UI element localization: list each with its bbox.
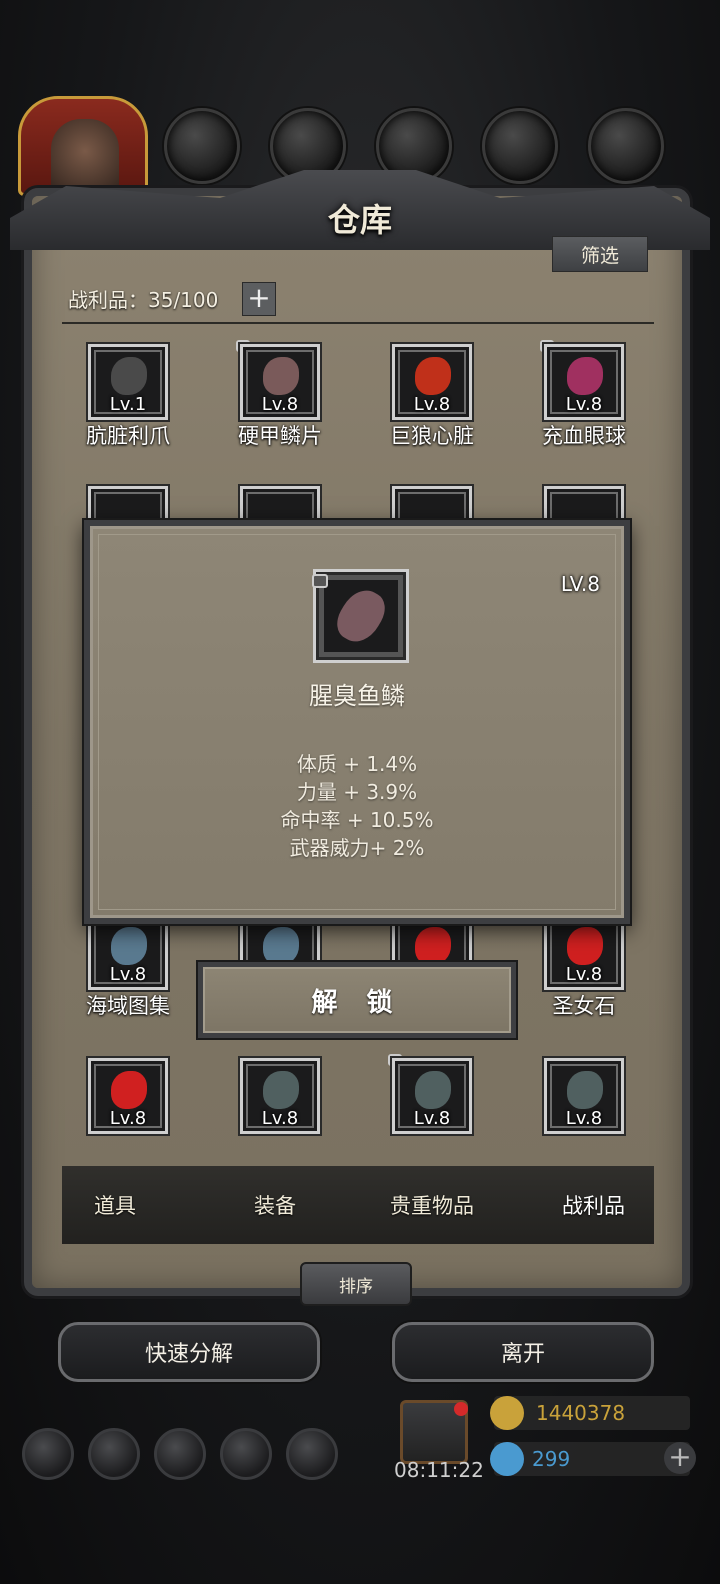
gem-icon bbox=[490, 1442, 524, 1476]
grid-item[interactable]: Lv.8 bbox=[50, 1056, 200, 1168]
stat-line: 体质 + 1.4% bbox=[296, 752, 418, 776]
heart-icon bbox=[415, 357, 451, 395]
grid-item[interactable]: Lv.8 硬甲鳞片 bbox=[202, 340, 352, 454]
item-level: Lv.8 bbox=[413, 1108, 451, 1129]
tab-items[interactable]: 道具 bbox=[94, 1190, 136, 1220]
sort-button[interactable]: 排序 bbox=[300, 1262, 412, 1306]
item-name: 巨狼心脏 bbox=[390, 424, 474, 448]
fish-scale-icon bbox=[330, 582, 392, 650]
obsidian-icon bbox=[567, 1071, 603, 1109]
item-name: 肮脏利爪 bbox=[86, 424, 170, 448]
divider bbox=[62, 322, 654, 324]
red-stone-icon bbox=[415, 927, 451, 965]
item-name: 海域图集 bbox=[86, 994, 170, 1018]
page-title: 仓库 bbox=[327, 201, 392, 239]
atlas-icon bbox=[263, 927, 299, 965]
item-slot[interactable]: Lv.8 bbox=[86, 1056, 170, 1136]
add-currency-button[interactable]: + bbox=[664, 1442, 696, 1474]
filter-button[interactable]: 筛选 bbox=[552, 236, 648, 272]
item-detail-popup: LV.8 腥臭鱼鳞 体质 + 1.4% 力量 + 3.9% 命中率 + 10.5… bbox=[84, 520, 630, 924]
grid-item[interactable]: Lv.1 肮脏利爪 bbox=[50, 342, 200, 454]
item-slot[interactable]: Lv.8 bbox=[390, 1056, 474, 1136]
popup-item-slot bbox=[313, 569, 409, 663]
stat-line: 武器威力+ 2% bbox=[289, 836, 425, 860]
expand-capacity-button[interactable]: + bbox=[242, 282, 276, 316]
item-slot[interactable]: Lv.8 bbox=[238, 342, 322, 422]
popup-item-name: 腥臭鱼鳞 bbox=[309, 682, 405, 710]
grid-item[interactable]: Lv.8 海域图集 bbox=[50, 912, 200, 1024]
item-level: Lv.8 bbox=[565, 394, 603, 415]
tab-equipment[interactable]: 装备 bbox=[254, 1190, 296, 1220]
mail-icon[interactable] bbox=[220, 1428, 272, 1480]
grid-item[interactable]: Lv.8 巨狼心脏 bbox=[354, 342, 504, 454]
category-icon-1[interactable] bbox=[164, 108, 240, 184]
loot-count: 战利品：35/100 bbox=[68, 288, 219, 312]
gem-amount: 299 bbox=[532, 1447, 571, 1471]
tab-loot[interactable]: 战利品 bbox=[562, 1190, 625, 1220]
grid-item[interactable]: Lv.8 bbox=[354, 1054, 504, 1168]
notification-dot bbox=[454, 1402, 468, 1416]
popup-level: LV.8 bbox=[560, 572, 600, 596]
scale-icon bbox=[263, 357, 299, 395]
stat-line: 力量 + 3.9% bbox=[296, 780, 418, 804]
grid-item[interactable]: Lv.8 圣女石 bbox=[506, 912, 656, 1024]
shop-icon[interactable] bbox=[154, 1428, 206, 1480]
settings-icon[interactable] bbox=[22, 1428, 74, 1480]
item-slot[interactable]: Lv.8 bbox=[390, 342, 474, 422]
gold-amount: 1440378 bbox=[536, 1401, 626, 1425]
star-icon[interactable] bbox=[88, 1428, 140, 1480]
red-stone-icon bbox=[111, 1071, 147, 1109]
item-level: Lv.8 bbox=[109, 964, 147, 985]
player-portrait[interactable] bbox=[18, 96, 148, 196]
gold-coin-icon bbox=[490, 1396, 524, 1430]
timer: 08:11:22 bbox=[394, 1458, 484, 1482]
stat-line: 命中率 + 10.5% bbox=[280, 808, 434, 832]
item-level: Lv.8 bbox=[413, 394, 451, 415]
item-level: Lv.8 bbox=[261, 1108, 299, 1129]
item-name: 充血眼球 bbox=[542, 424, 626, 448]
red-stone-icon bbox=[567, 927, 603, 965]
item-slot[interactable]: Lv.8 bbox=[86, 912, 170, 992]
map-icon[interactable] bbox=[286, 1428, 338, 1480]
tab-valuables[interactable]: 贵重物品 bbox=[390, 1190, 474, 1220]
grid-item[interactable]: Lv.8 充血眼球 bbox=[506, 340, 656, 454]
obsidian-icon bbox=[415, 1071, 451, 1109]
obsidian-icon bbox=[263, 1071, 299, 1109]
item-name: 硬甲鳞片 bbox=[238, 424, 322, 448]
item-level: Lv.8 bbox=[565, 964, 603, 985]
eyeball-icon bbox=[567, 357, 603, 395]
atlas-icon bbox=[111, 927, 147, 965]
item-level: Lv.8 bbox=[109, 1108, 147, 1129]
item-level: Lv.8 bbox=[565, 1108, 603, 1129]
item-slot[interactable]: Lv.8 bbox=[238, 1056, 322, 1136]
item-level: Lv.1 bbox=[109, 394, 147, 415]
item-level: Lv.8 bbox=[261, 394, 299, 415]
leave-button[interactable]: 离开 bbox=[392, 1322, 654, 1382]
item-slot[interactable]: Lv.8 bbox=[542, 912, 626, 992]
item-name: 圣女石 bbox=[552, 994, 616, 1018]
grid-item[interactable]: Lv.8 bbox=[506, 1056, 656, 1168]
item-slot[interactable]: Lv.8 bbox=[542, 1056, 626, 1136]
unlock-button[interactable]: 解 锁 bbox=[198, 962, 516, 1038]
claw-icon bbox=[111, 357, 147, 395]
item-slot[interactable]: Lv.1 bbox=[86, 342, 170, 422]
avatar bbox=[51, 119, 119, 193]
category-icon-4[interactable] bbox=[482, 108, 558, 184]
lock-icon bbox=[312, 574, 328, 588]
quick-decompose-button[interactable]: 快速分解 bbox=[58, 1322, 320, 1382]
grid-item[interactable]: Lv.8 bbox=[202, 1056, 352, 1168]
category-icon-5[interactable] bbox=[588, 108, 664, 184]
item-slot[interactable]: Lv.8 bbox=[542, 342, 626, 422]
